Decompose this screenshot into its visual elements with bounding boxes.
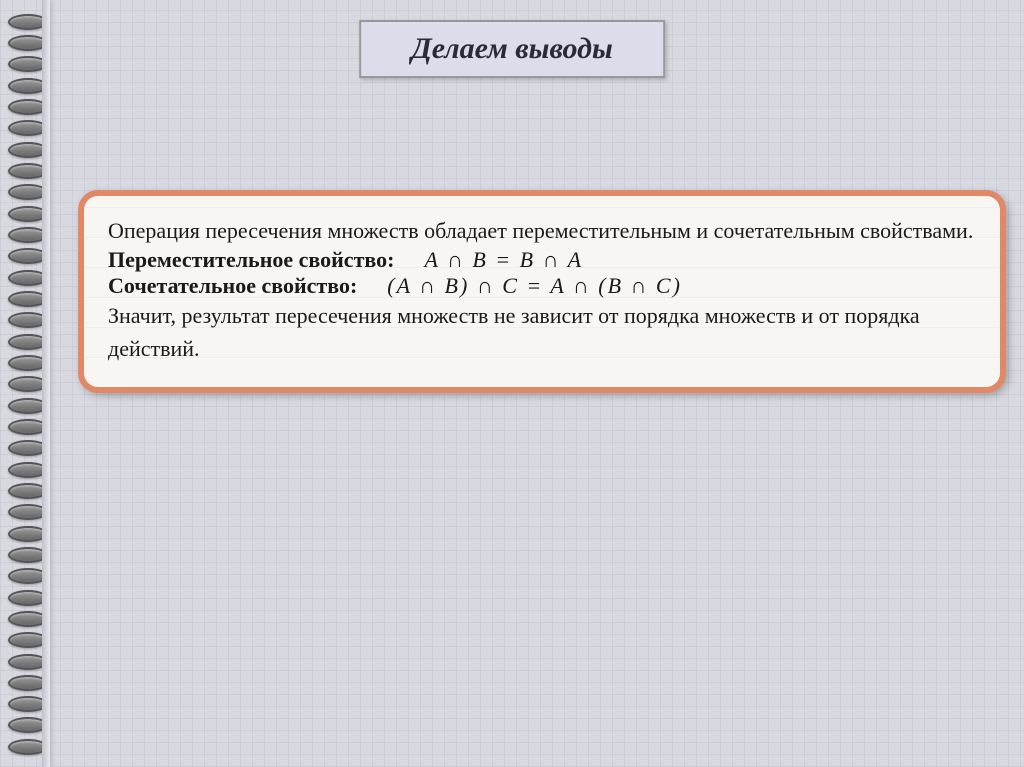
- page-title: Делаем выводы: [411, 32, 613, 66]
- property-2-label: Сочетательное свойство:: [108, 273, 357, 299]
- intro-text: Операция пересечения множеств обладает п…: [108, 214, 976, 247]
- property-2-formula: (A ∩ B) ∩ C = A ∩ (B ∩ C): [387, 273, 682, 299]
- property-1-row: Переместительное свойство: A ∩ B = B ∩ A: [108, 247, 976, 273]
- paper-edge: [42, 0, 50, 767]
- title-box: Делаем выводы: [359, 20, 665, 78]
- property-1-formula: A ∩ B = B ∩ A: [424, 247, 583, 273]
- property-1-label: Переместительное свойство:: [108, 247, 394, 273]
- property-2-row: Сочетательное свойство: (A ∩ B) ∩ C = A …: [108, 273, 976, 299]
- content-box: Операция пересечения множеств обладает п…: [78, 190, 1006, 393]
- conclusion-text: Значит, результат пересечения множеств н…: [108, 299, 976, 365]
